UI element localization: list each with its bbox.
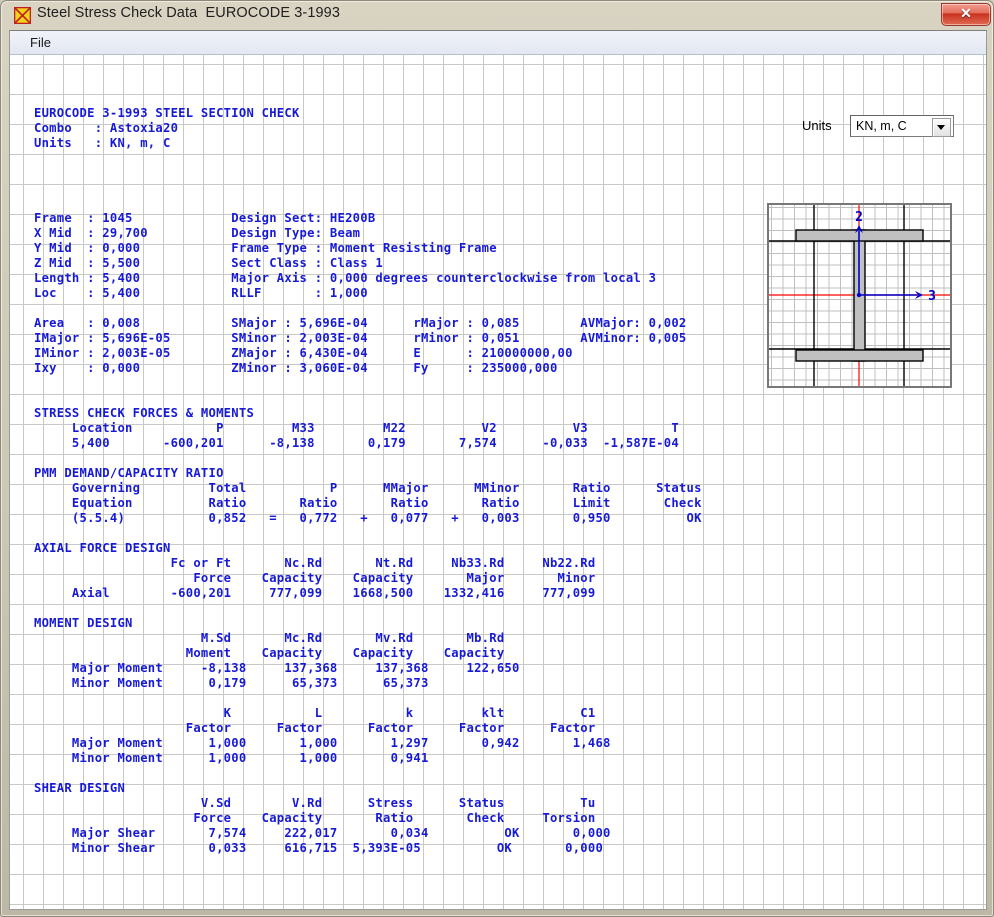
report-combo: Combo : Astoxia20 [34, 121, 179, 135]
moment-row-minor: Minor Moment 0,179 65,373 65,373 [34, 676, 429, 690]
menu-item-file[interactable]: File [24, 34, 57, 51]
factors-row-major: Major Moment 1,000 1,000 1,297 0,942 1,4… [34, 736, 611, 750]
props-line-2: IMajor : 5,696E-05 SMinor : 2,003E-04 rM… [34, 331, 687, 345]
axial-header-1: Fc or Ft Nc.Rd Nt.Rd Nb33.Rd Nb22.Rd [34, 556, 596, 570]
pmm-title: PMM DEMAND/CAPACITY RATIO [34, 466, 224, 480]
axial-row: Axial -600,201 777,099 1668,500 1332,416… [34, 586, 596, 600]
props-line-1: Area : 0,008 SMajor : 5,696E-04 rMajor :… [34, 316, 687, 330]
pmm-header-2: Equation Ratio Ratio Ratio Ratio Limit C… [34, 496, 702, 510]
close-button[interactable]: ✕ [941, 3, 991, 26]
steel-section-icon [14, 7, 31, 24]
factors-header-1: K L k klt C1 [34, 706, 596, 720]
window-title: Steel Stress Check Data EUROCODE 3-1993 [37, 5, 340, 21]
frame-line-4: Z Mid : 5,500 Sect Class : Class 1 [34, 256, 384, 270]
pmm-row: (5.5.4) 0,852 = 0,772 + 0,077 + 0,003 0,… [34, 511, 702, 525]
report-grid-area: Units KN, m, C 2 3 EUROCODE 3-1993 STEEL… [10, 55, 986, 909]
forces-row: 5,400 -600,201 -8,138 0,179 7,574 -0,033… [34, 436, 679, 450]
frame-line-2: X Mid : 29,700 Design Type: Beam [34, 226, 361, 240]
forces-title: STRESS CHECK FORCES & MOMENTS [34, 406, 255, 420]
title-bar[interactable]: Steel Stress Check Data EUROCODE 3-1993 … [1, 1, 994, 29]
frame-line-3: Y Mid : 0,000 Frame Type : Moment Resist… [34, 241, 497, 255]
shear-row-major: Major Shear 7,574 222,017 0,034 OK 0,000 [34, 826, 611, 840]
shear-title: SHEAR DESIGN [34, 781, 126, 795]
frame-line-1: Frame : 1045 Design Sect: HE200B [34, 211, 376, 225]
shear-row-minor: Minor Shear 0,033 616,715 5,393E-05 OK 0… [34, 841, 604, 855]
forces-header: Location P M33 M22 V2 V3 T [34, 421, 679, 435]
shear-header-1: V.Sd V.Rd Stress Status Tu [34, 796, 596, 810]
axial-header-2: Force Capacity Capacity Major Minor [34, 571, 596, 585]
props-line-4: Ixy : 0,000 ZMinor : 3,060E-04 Fy : 2350… [34, 361, 558, 375]
pmm-header-1: Governing Total P MMajor MMinor Ratio St… [34, 481, 702, 495]
moment-header-2: Moment Capacity Capacity Capacity [34, 646, 505, 660]
menu-bar: File [10, 31, 986, 55]
report-title: EUROCODE 3-1993 STEEL SECTION CHECK [34, 106, 300, 120]
factors-header-2: Factor Factor Factor Factor Factor [34, 721, 596, 735]
close-icon: ✕ [960, 5, 972, 21]
shear-header-2: Force Capacity Ratio Check Torsion [34, 811, 596, 825]
moment-header-1: M.Sd Mc.Rd Mv.Rd Mb.Rd [34, 631, 505, 645]
factors-row-minor: Minor Moment 1,000 1,000 0,941 [34, 751, 429, 765]
frame-line-6: Loc : 5,400 RLLF : 1,000 [34, 286, 368, 300]
moment-title: MOMENT DESIGN [34, 616, 133, 630]
client-area: File Units KN, m, C 2 3 EUROCODE 3-1993 … [9, 30, 987, 910]
props-line-3: IMinor : 2,003E-05 ZMajor : 6,430E-04 E … [34, 346, 573, 360]
moment-row-major: Major Moment -8,138 137,368 137,368 122,… [34, 661, 520, 675]
frame-line-5: Length : 5,400 Major Axis : 0,000 degree… [34, 271, 657, 285]
application-window: Steel Stress Check Data EUROCODE 3-1993 … [0, 0, 994, 917]
report-units: Units : KN, m, C [34, 136, 171, 150]
axial-title: AXIAL FORCE DESIGN [34, 541, 171, 555]
report-text: EUROCODE 3-1993 STEEL SECTION CHECK Comb… [10, 55, 986, 909]
